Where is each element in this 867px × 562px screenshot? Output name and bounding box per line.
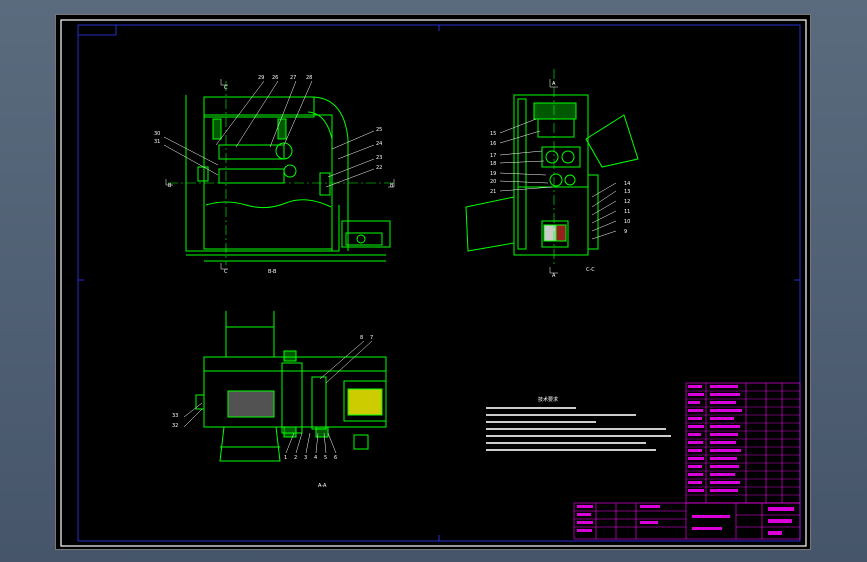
callout-13: 13 [624, 189, 630, 195]
callout-15: 15 [490, 131, 496, 137]
parts-list [685, 382, 801, 504]
view-bb [168, 81, 396, 265]
callout-11: 11 [624, 209, 630, 215]
callout-29: 29 [258, 75, 264, 81]
callout-24: 24 [376, 141, 382, 147]
callout-7: 7 [370, 335, 373, 341]
section-mark-c: C [224, 85, 228, 91]
section-mark-a-top: A [552, 81, 556, 87]
view-label-cc: C-C [586, 267, 595, 273]
callout-22: 22 [376, 165, 382, 171]
callout-1: 1 [284, 455, 287, 461]
section-mark-a-bottom: A [552, 273, 556, 279]
view-label-bb: B-B [268, 269, 277, 275]
callout-31: 31 [154, 139, 160, 145]
view-cc [465, 69, 639, 265]
section-mark-c-bottom: C [224, 269, 228, 275]
notes-title: 技术要求 [538, 396, 558, 403]
callout-3: 3 [304, 455, 307, 461]
section-mark-b-right: B [390, 183, 394, 189]
callout-25: 25 [376, 127, 382, 133]
title-block [573, 502, 801, 540]
cad-drawing: 29 26 27 28 30 31 25 24 23 22 C B B C B-… [60, 19, 807, 547]
view-label-aa: A-A [318, 483, 327, 489]
technical-notes: 技术要求 [486, 396, 671, 451]
callout-2: 2 [294, 455, 297, 461]
view-aa [195, 311, 387, 462]
callout-12: 12 [624, 199, 630, 205]
section-mark-b-left: B [168, 183, 172, 189]
callout-6: 6 [334, 455, 337, 461]
callout-17: 17 [490, 153, 496, 159]
callout-30: 30 [154, 131, 160, 137]
callout-21: 21 [490, 189, 496, 195]
callout-16: 16 [490, 141, 496, 147]
callout-33: 33 [172, 413, 178, 419]
callout-18: 18 [490, 161, 496, 167]
corner-mark [78, 25, 117, 36]
callout-26: 26 [272, 75, 278, 81]
callout-8: 8 [360, 335, 363, 341]
callout-5: 5 [324, 455, 327, 461]
callout-20: 20 [490, 179, 496, 185]
drawing-viewport[interactable]: 29 26 27 28 30 31 25 24 23 22 C B B C B-… [55, 14, 811, 550]
callout-23: 23 [376, 155, 382, 161]
callout-9: 9 [624, 229, 627, 235]
callout-19: 19 [490, 171, 496, 177]
callout-27: 27 [290, 75, 296, 81]
callout-14: 14 [624, 181, 630, 187]
callout-10: 10 [624, 219, 630, 225]
callout-32: 32 [172, 423, 178, 429]
callout-28: 28 [306, 75, 312, 81]
callout-4: 4 [314, 455, 317, 461]
